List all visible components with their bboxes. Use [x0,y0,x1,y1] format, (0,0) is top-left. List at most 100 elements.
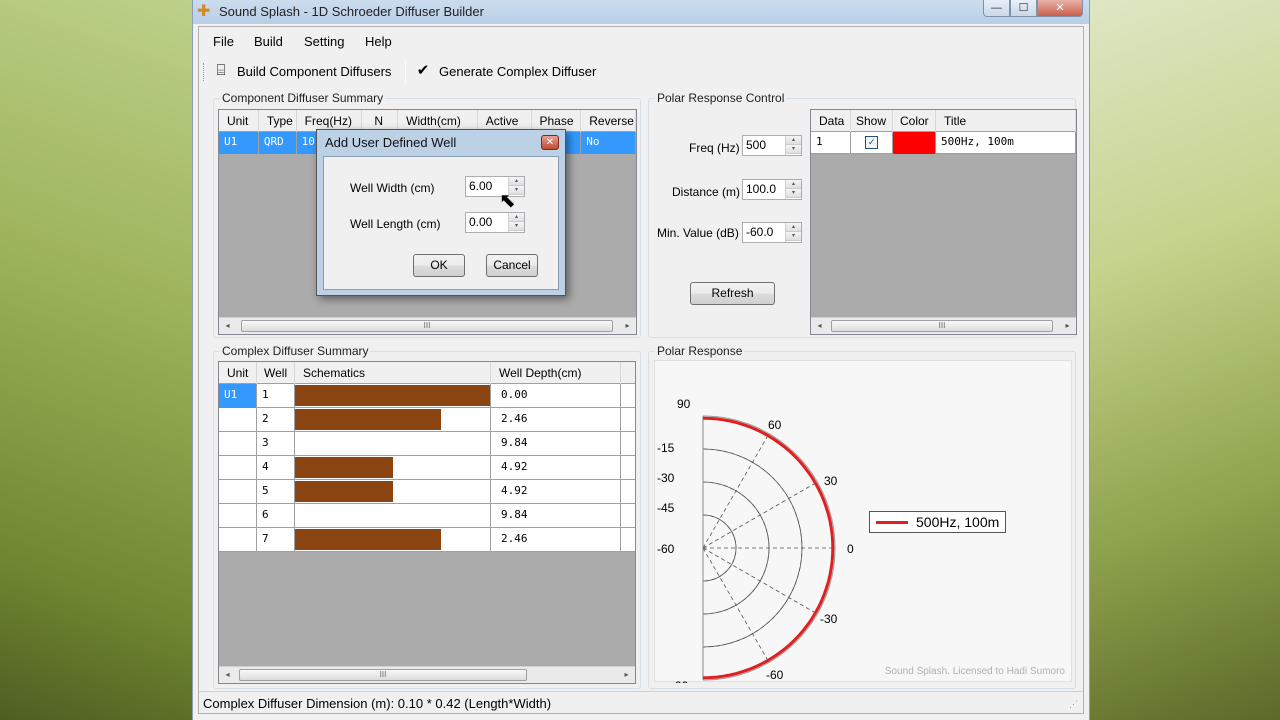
well-width-up-icon[interactable]: ▴ [509,177,524,186]
well-length-value[interactable]: 0.00 [466,213,508,232]
cell-schematic[interactable] [295,504,491,528]
cell-well[interactable]: 6 [257,504,295,528]
resize-grip-icon[interactable]: ⋰ [1069,699,1081,711]
ok-button[interactable]: OK [413,254,465,277]
col-unit[interactable]: Unit [219,362,257,384]
cell-show[interactable]: ✓ [851,132,893,154]
cell-well[interactable]: 1 [257,384,295,408]
cell-unit[interactable]: U1 [219,132,259,154]
table-row[interactable]: 1 ✓ 500Hz, 100m [811,132,1076,154]
col-title[interactable]: Title [936,110,1076,132]
col-schematics[interactable]: Schematics [295,362,491,384]
scroll-right-icon[interactable]: ▸ [618,667,635,683]
menu-file[interactable]: File [213,34,234,49]
scroll-right-icon[interactable]: ▸ [1059,318,1076,334]
col-show[interactable]: Show [851,110,893,132]
cell-unit[interactable] [219,504,257,528]
build-component-diffusers-button[interactable]: ⌸ Build Component Diffusers [211,62,391,80]
freq-up-icon[interactable]: ▴ [786,136,801,145]
well-length-down-icon[interactable]: ▾ [509,222,524,231]
close-button[interactable]: ✕ [1037,0,1083,17]
cell-schematic[interactable] [295,408,491,432]
scroll-left-icon[interactable]: ◂ [811,318,828,334]
cell-unit[interactable] [219,432,257,456]
toolbar-grip[interactable] [203,63,206,81]
table-row[interactable]: 5 4.92 [219,480,635,504]
horizontal-scrollbar[interactable]: ◂ III ▸ [219,317,636,334]
col-type[interactable]: Type [259,110,297,132]
table-row[interactable]: 6 9.84 [219,504,635,528]
cell-reverse[interactable]: No [581,132,636,154]
maximize-button[interactable]: ☐ [1010,0,1037,17]
cell-unit[interactable]: U1 [219,384,257,408]
refresh-button[interactable]: Refresh [690,282,775,305]
distance-input[interactable]: 100.0 ▴ ▾ [742,179,802,200]
menu-build[interactable]: Build [254,34,283,49]
cell-type[interactable]: QRD [258,132,297,154]
scroll-left-icon[interactable]: ◂ [219,318,236,334]
col-unit[interactable]: Unit [219,110,259,132]
polar-data-grid[interactable]: Data Show Color Title 1 ✓ 500Hz, 100m ◂ … [810,109,1077,335]
table-row[interactable]: 7 2.46 [219,528,635,552]
cell-unit[interactable] [219,456,257,480]
freq-value[interactable]: 500 [743,136,785,155]
min-value-value[interactable]: -60.0 [743,223,785,242]
cell-well-depth[interactable]: 4.92 [491,456,621,480]
horizontal-scrollbar[interactable]: ◂ III ▸ [219,666,635,683]
cell-well[interactable]: 4 [257,456,295,480]
dialog-close-button[interactable]: ✕ [541,135,559,150]
freq-input[interactable]: 500 ▴ ▾ [742,135,802,156]
minimize-button[interactable]: — [983,0,1010,17]
horizontal-scrollbar[interactable]: ◂ III ▸ [811,317,1076,334]
title-bar[interactable]: ✚ Sound Splash - 1D Schroeder Diffuser B… [193,0,1089,24]
cell-schematic[interactable] [295,384,491,408]
well-length-up-icon[interactable]: ▴ [509,213,524,222]
cell-well-depth[interactable]: 9.84 [491,504,621,528]
scroll-thumb[interactable]: III [239,669,527,681]
cell-well[interactable]: 3 [257,432,295,456]
distance-up-icon[interactable]: ▴ [786,180,801,189]
cell-schematic[interactable] [295,432,491,456]
cell-well[interactable]: 7 [257,528,295,552]
scroll-right-icon[interactable]: ▸ [619,318,636,334]
menu-setting[interactable]: Setting [304,34,344,49]
col-reverse[interactable]: Reverse [581,110,636,132]
cell-well-depth[interactable]: 2.46 [491,408,621,432]
show-checkbox[interactable]: ✓ [865,136,878,149]
cell-well[interactable]: 2 [257,408,295,432]
cell-data[interactable]: 1 [811,132,851,154]
cell-well-depth[interactable]: 0.00 [491,384,621,408]
cell-schematic[interactable] [295,480,491,504]
table-row[interactable]: 3 9.84 [219,432,635,456]
col-color[interactable]: Color [893,110,936,132]
min-value-up-icon[interactable]: ▴ [786,223,801,232]
cell-unit[interactable] [219,408,257,432]
cell-well[interactable]: 5 [257,480,295,504]
cell-unit[interactable] [219,528,257,552]
well-length-input[interactable]: 0.00 ▴ ▾ [465,212,525,233]
col-well-depth[interactable]: Well Depth(cm) [491,362,621,384]
generate-complex-diffuser-button[interactable]: ✔ Generate Complex Diffuser [413,62,597,80]
table-row[interactable]: U1 1 0.00 [219,384,635,408]
distance-down-icon[interactable]: ▾ [786,189,801,198]
cancel-button[interactable]: Cancel [486,254,538,277]
cell-color-swatch[interactable] [893,132,936,154]
menu-help[interactable]: Help [365,34,392,49]
well-width-input[interactable]: 6.00 ▴ ▾ [465,176,525,197]
cell-well-depth[interactable]: 9.84 [491,432,621,456]
complex-summary-grid[interactable]: Unit Well Schematics Well Depth(cm) U1 1 0… [218,361,636,684]
table-row[interactable]: 4 4.92 [219,456,635,480]
cell-well-depth[interactable]: 2.46 [491,528,621,552]
cell-well-depth[interactable]: 4.92 [491,480,621,504]
min-value-input[interactable]: -60.0 ▴ ▾ [742,222,802,243]
col-data[interactable]: Data [811,110,851,132]
scroll-left-icon[interactable]: ◂ [219,667,236,683]
cell-schematic[interactable] [295,528,491,552]
scroll-thumb[interactable]: III [241,320,613,332]
min-value-down-icon[interactable]: ▾ [786,232,801,241]
cell-schematic[interactable] [295,456,491,480]
distance-value[interactable]: 100.0 [743,180,785,199]
cell-unit[interactable] [219,480,257,504]
cell-title[interactable]: 500Hz, 100m [936,132,1076,154]
scroll-thumb[interactable]: III [831,320,1053,332]
